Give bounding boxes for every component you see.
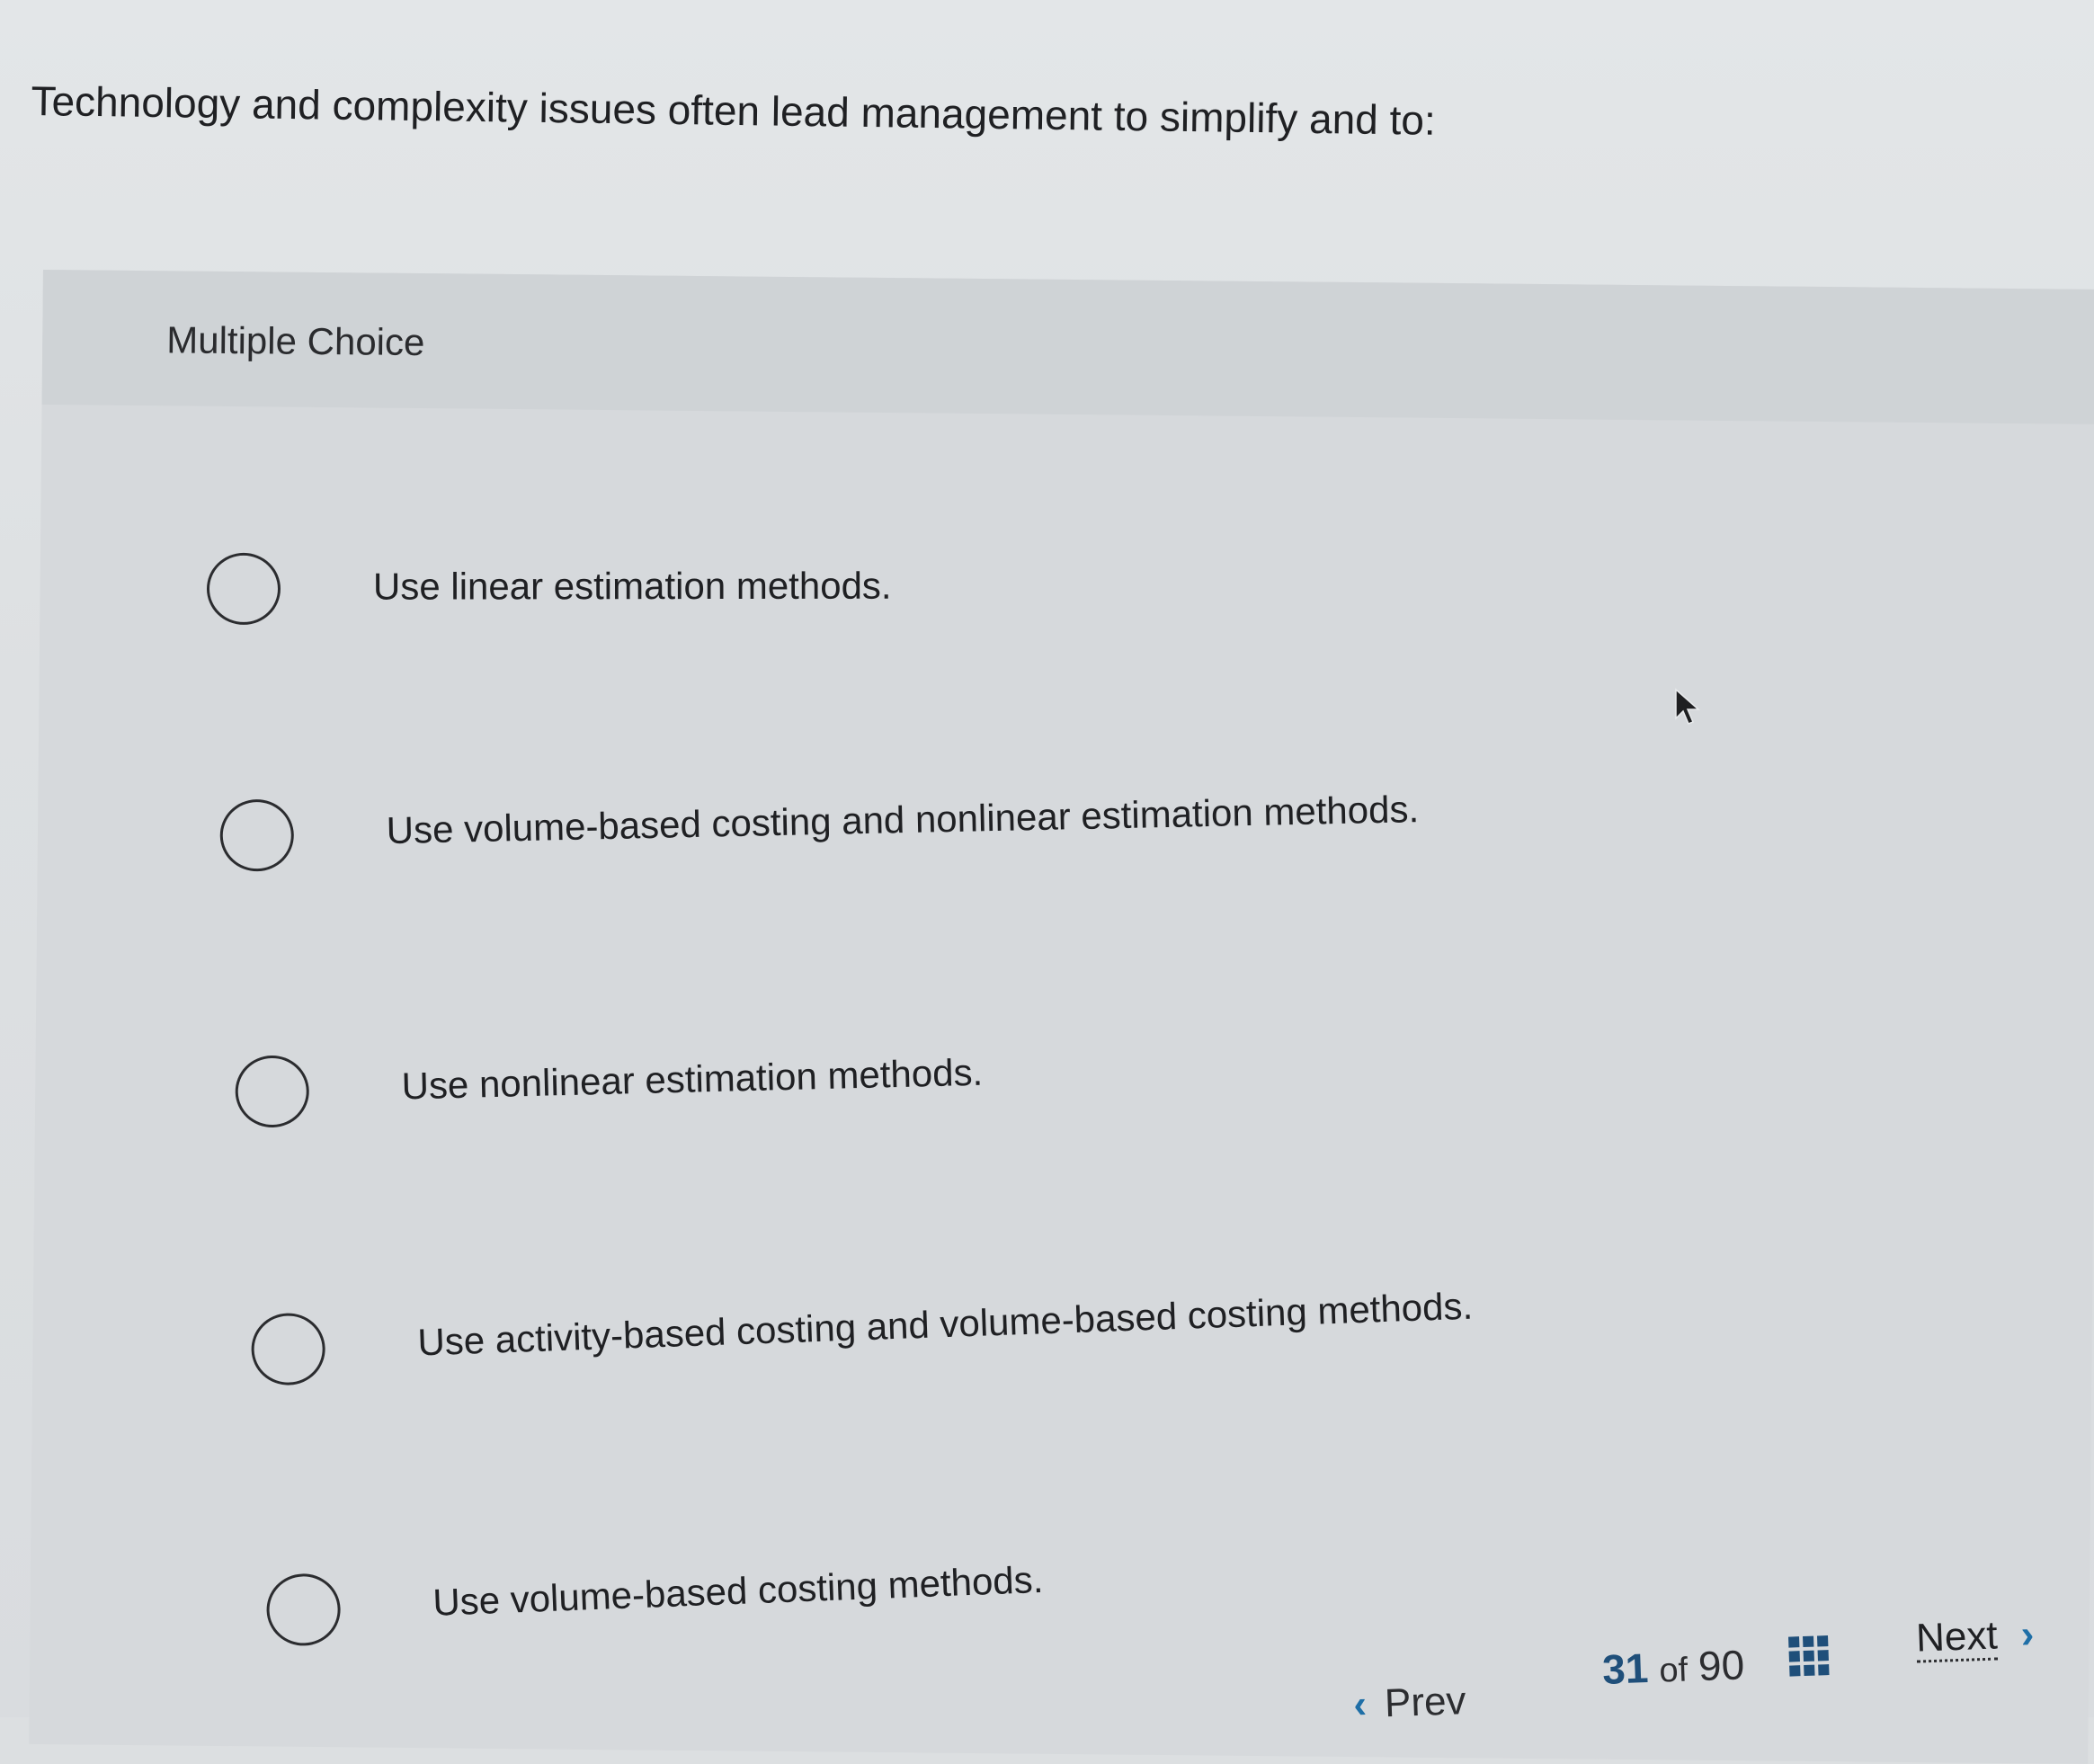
mouse-cursor-icon <box>1674 688 1701 727</box>
page-of-label: of <box>1659 1652 1689 1690</box>
chevron-right-icon: › <box>2020 1612 2035 1657</box>
prev-label[interactable]: Prev <box>1384 1679 1466 1725</box>
next-label[interactable]: Next <box>1915 1613 1998 1662</box>
total-pages-number: 90 <box>1697 1641 1745 1689</box>
radio-button[interactable] <box>207 553 281 625</box>
question-grid-icon[interactable] <box>1788 1635 1833 1680</box>
question-prompt: Technology and complexity issues often l… <box>31 74 2009 156</box>
card-header: Multiple Choice <box>42 270 2094 424</box>
page-indicator: 31 of90 <box>1601 1640 1745 1693</box>
current-page-number: 31 <box>1601 1644 1649 1693</box>
prev-button[interactable]: ‹ Prev <box>1353 1679 1467 1727</box>
chevron-left-icon: ‹ <box>1353 1682 1368 1727</box>
question-type-label: Multiple Choice <box>166 316 425 367</box>
next-button[interactable]: Next › <box>1915 1612 2035 1662</box>
quiz-page: Technology and complexity issues often l… <box>0 0 2094 1717</box>
answer-option-label[interactable]: Use linear estimation methods. <box>373 561 892 612</box>
answer-card: Multiple Choice <box>29 270 2094 1764</box>
